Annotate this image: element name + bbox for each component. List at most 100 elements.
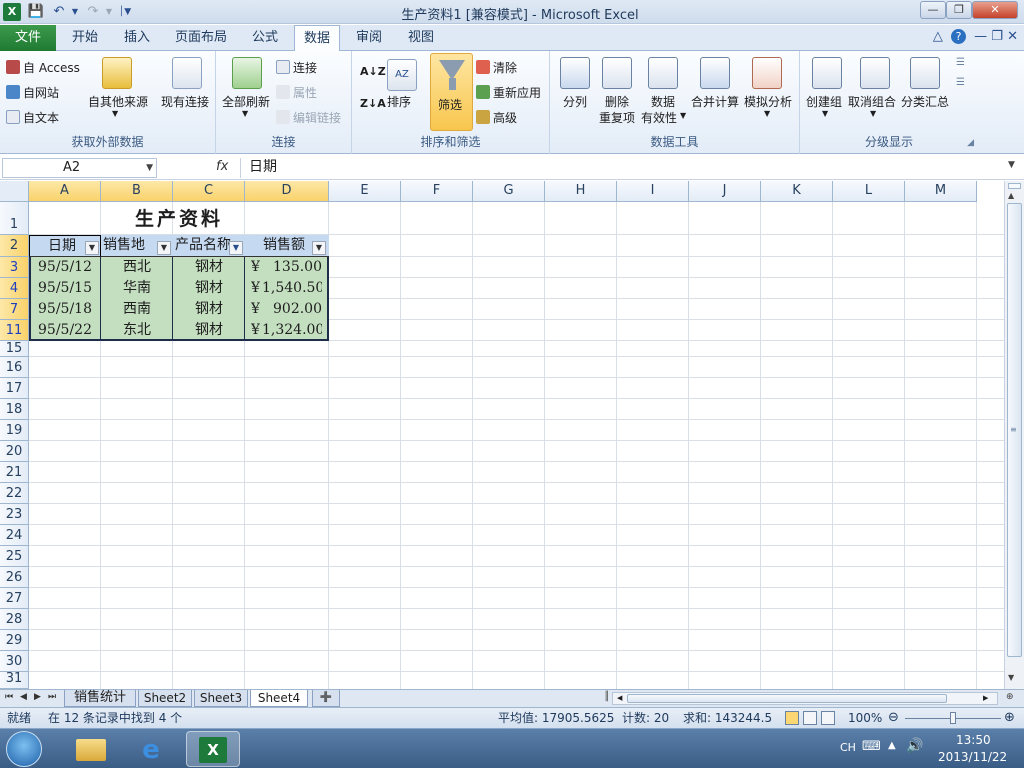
hide-detail-icon[interactable]: ☰ <box>956 77 965 88</box>
from-access-button[interactable]: 自 Access <box>6 59 80 76</box>
row-header-22[interactable]: 22 <box>0 483 29 504</box>
column-header-m[interactable]: M <box>905 181 977 202</box>
insert-sheet-icon[interactable]: ➕ <box>312 690 340 707</box>
sort-ascending-icon[interactable]: A↓Z <box>360 65 386 78</box>
row-header-23[interactable]: 23 <box>0 504 29 525</box>
existing-connections-icon[interactable] <box>172 57 202 89</box>
refresh-dropdown-icon[interactable]: ▼ <box>242 109 248 118</box>
sort-descending-icon[interactable]: Z↓A <box>360 97 386 110</box>
cell-date[interactable]: 95/5/15 <box>29 278 101 299</box>
row-header-29[interactable]: 29 <box>0 630 29 651</box>
group-icon[interactable] <box>812 57 842 89</box>
row-header-7[interactable]: 7 <box>0 299 29 320</box>
help-icon[interactable]: ? <box>951 29 967 44</box>
tab-page-layout[interactable]: 页面布局 <box>170 25 232 51</box>
name-box-dropdown-icon[interactable]: ▼ <box>146 159 153 177</box>
what-if-dropdown-icon[interactable]: ▼ <box>764 109 770 118</box>
customize-toolbar-icon[interactable]: │▼ <box>116 3 134 21</box>
other-sources-icon[interactable] <box>102 57 132 89</box>
keyboard-icon[interactable]: ⌨ <box>862 739 881 754</box>
sheet-tab-sheet2[interactable]: Sheet2 <box>138 690 192 707</box>
filter-applied-product-icon[interactable]: ▼ <box>229 241 243 255</box>
cell-amount[interactable]: 135.00 <box>262 257 322 278</box>
subtotal-button[interactable]: 分类汇总 <box>901 93 949 110</box>
cell-date[interactable]: 95/5/22 <box>29 320 101 341</box>
next-sheet-icon[interactable]: ▶ <box>34 692 41 702</box>
what-if-analysis-button[interactable]: 模拟分析 <box>744 93 792 110</box>
refresh-all-button[interactable]: 全部刷新 <box>222 93 270 110</box>
expand-formula-bar-icon[interactable]: ▼ <box>1008 160 1015 170</box>
column-header-j[interactable]: J <box>689 181 761 202</box>
start-button-icon[interactable] <box>6 731 42 767</box>
outline-dialog-launcher-icon[interactable]: ◢ <box>967 138 974 148</box>
filter-button[interactable]: 筛选 <box>430 53 473 131</box>
horizontal-scroll-thumb[interactable] <box>627 694 947 703</box>
properties-button[interactable]: 属性 <box>276 84 317 101</box>
tab-home[interactable]: 开始 <box>62 25 108 51</box>
row-header-17[interactable]: 17 <box>0 378 29 399</box>
workbook-close-icon[interactable]: ✕ <box>1007 29 1018 44</box>
column-header-h[interactable]: H <box>545 181 617 202</box>
ungroup-icon[interactable] <box>860 57 890 89</box>
sort-button[interactable]: 排序 <box>387 93 411 110</box>
tab-split-handle[interactable]: ║ <box>604 692 609 702</box>
text-to-columns-icon[interactable] <box>560 57 590 89</box>
remove-duplicates-icon[interactable] <box>602 57 632 89</box>
sort-icon[interactable]: AZ <box>387 59 417 91</box>
row-header-19[interactable]: 19 <box>0 420 29 441</box>
cell-amount[interactable]: 1,540.50 <box>262 278 322 299</box>
sheet-tab-sheet3[interactable]: Sheet3 <box>194 690 248 707</box>
volume-icon[interactable]: 🔊 <box>906 738 923 754</box>
sheet-tab-sales-stats[interactable]: 销售统计 <box>64 690 136 707</box>
column-header-i[interactable]: I <box>617 181 689 202</box>
sheet-title-cell[interactable]: 生产资料 <box>29 205 329 233</box>
scroll-left-icon[interactable]: ◀ <box>617 694 622 702</box>
row-header-1[interactable]: 1 <box>0 202 29 235</box>
row-header-27[interactable]: 27 <box>0 588 29 609</box>
zoom-in-icon[interactable]: ⊕ <box>1004 708 1015 728</box>
filter-dropdown-amount-icon[interactable]: ▼ <box>312 241 326 255</box>
column-header-d[interactable]: D <box>245 181 329 202</box>
remove-duplicates-label-1[interactable]: 删除 <box>605 93 629 110</box>
scroll-up-icon[interactable]: ▲ <box>1008 191 1014 200</box>
excel-taskbar-icon[interactable]: X <box>186 731 240 767</box>
column-header-a[interactable]: A <box>29 181 101 202</box>
refresh-all-icon[interactable] <box>232 57 262 89</box>
row-header-21[interactable]: 21 <box>0 462 29 483</box>
tab-file[interactable]: 文件 <box>0 25 56 51</box>
ungroup-dropdown-icon[interactable]: ▼ <box>870 109 876 118</box>
minimize-button[interactable]: — <box>920 1 946 19</box>
normal-view-icon[interactable] <box>785 711 799 725</box>
scroll-right-icon[interactable]: ▶ <box>983 694 988 702</box>
column-header-b[interactable]: B <box>101 181 173 202</box>
row-header-4[interactable]: 4 <box>0 278 29 299</box>
tab-formulas[interactable]: 公式 <box>242 25 288 51</box>
show-detail-icon[interactable]: ☰ <box>956 57 965 68</box>
row-header-30[interactable]: 30 <box>0 651 29 672</box>
group-button[interactable]: 创建组 <box>806 93 842 110</box>
hsplit-box-icon[interactable]: ⊕ <box>1006 692 1014 702</box>
column-header-g[interactable]: G <box>473 181 545 202</box>
consolidate-icon[interactable] <box>700 57 730 89</box>
row-header-16[interactable]: 16 <box>0 357 29 378</box>
data-validation-dropdown-icon[interactable]: ▼ <box>680 111 686 120</box>
column-header-k[interactable]: K <box>761 181 833 202</box>
remove-duplicates-label-2[interactable]: 重复项 <box>599 109 635 126</box>
group-dropdown-icon[interactable]: ▼ <box>822 109 828 118</box>
sheet-tab-sheet4[interactable]: Sheet4 <box>250 690 308 707</box>
collapse-ribbon-icon[interactable]: △ <box>933 29 943 44</box>
row-header-2[interactable]: 2 <box>0 235 29 257</box>
subtotal-icon[interactable] <box>910 57 940 89</box>
save-icon[interactable]: 💾 <box>27 3 45 21</box>
cell-product[interactable]: 钢材 <box>173 278 245 299</box>
clear-filter-button[interactable]: 清除 <box>476 59 517 76</box>
cell-region[interactable]: 西南 <box>101 299 173 320</box>
insert-function-icon[interactable]: fx <box>216 159 228 174</box>
row-header-25[interactable]: 25 <box>0 546 29 567</box>
reapply-button[interactable]: 重新应用 <box>476 84 541 101</box>
cell-amount[interactable]: 1,324.00 <box>262 320 322 341</box>
worksheet-grid[interactable]: A B C D E F G H I J K L M 1 2 3 4 7 11 1… <box>0 181 1024 689</box>
row-header-3[interactable]: 3 <box>0 257 29 278</box>
workbook-minimize-icon[interactable]: — <box>974 29 987 44</box>
cell-product[interactable]: 钢材 <box>173 257 245 278</box>
